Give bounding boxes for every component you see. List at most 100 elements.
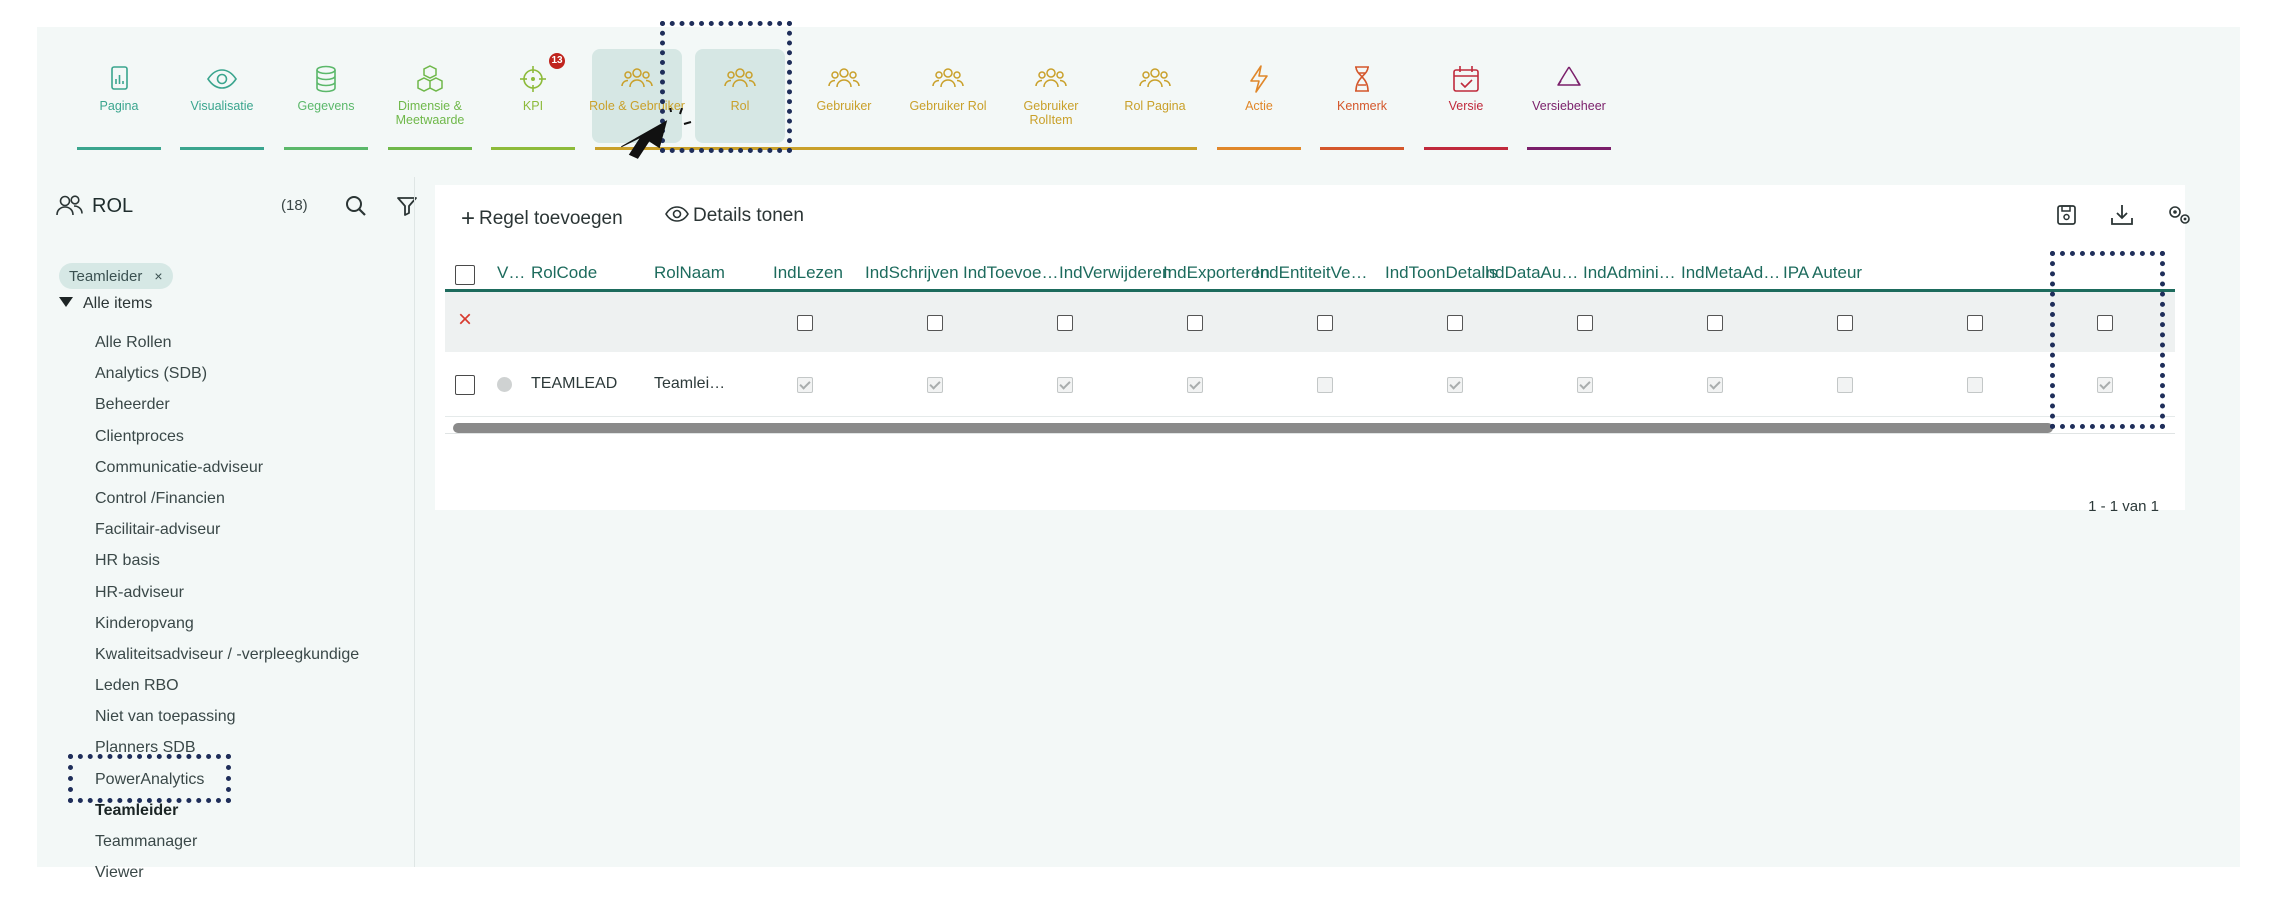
nav-item-gebruiker[interactable]: Gebruiker [792,37,896,150]
download-icon[interactable] [2108,201,2136,229]
tree-item[interactable]: Teammanager [95,826,359,857]
tree-item[interactable]: Facilitair-adviseur [95,514,359,545]
filter-checkbox[interactable] [1317,315,1333,331]
nav-item-label: Gebruiker Rol [909,99,987,113]
flag-checkbox [1447,377,1463,393]
plus-icon: + [461,205,476,232]
tree-item[interactable]: Leden RBO [95,670,359,701]
tree-list: Alle Rollen Analytics (SDB) Beheerder Clien… [95,327,359,888]
column-header[interactable]: RolCode [531,263,597,283]
cell-rolnaam: Teamlei… [654,375,726,392]
filter-checkbox[interactable] [1057,315,1073,331]
nav-item-visualisatie[interactable]: Visualisatie [170,37,274,150]
column-header[interactable]: IPA Auteur [1783,263,1862,283]
select-all-checkbox[interactable] [455,265,475,285]
nav-item-label: Versie [1448,99,1484,113]
nav-item-dimensie-meetwaarde[interactable]: Dimensie & Meetwaarde [378,37,482,150]
nav-underline [77,147,161,150]
column-header[interactable]: RolNaam [654,263,725,283]
search-icon[interactable] [345,195,367,217]
nav-item-label: KPI [522,99,544,113]
nav-item-kenmerk[interactable]: Kenmerk [1310,37,1414,150]
flag-checkbox [1837,377,1853,393]
tree-item[interactable]: Control /Financien [95,483,359,514]
tree-item[interactable]: Niet van toepassing [95,701,359,732]
close-icon[interactable]: × [154,268,162,284]
users-icon [56,195,83,216]
nav-underline [1217,147,1301,150]
caret-down-icon[interactable] [59,297,73,307]
column-header[interactable]: IndAdministr… [1583,263,1683,283]
nav-item-gebruiker-rol[interactable]: Gebruiker Rol [896,37,1000,150]
nav-item-gebruiker-rolitem[interactable]: Gebruiker RolItem [999,37,1103,150]
divider [414,177,415,867]
nav-item-label: Visualisatie [190,99,254,113]
nav-item-pagina[interactable]: Pagina [67,37,171,150]
tree-item[interactable]: Analytics (SDB) [95,358,359,389]
nav-item-versiebeheer[interactable]: Versiebeheer [1517,37,1621,150]
sidebar-title: ROL [92,195,134,217]
tree-item[interactable]: Kwaliteitsadviseur / -verpleegkundige [95,639,359,670]
nav-item-gegevens[interactable]: Gegevens [274,37,378,150]
add-row-label: Regel toevoegen [479,208,623,229]
nav-underline [284,147,368,150]
filter-checkbox[interactable] [797,315,813,331]
column-header[interactable]: IndEntiteitVe… [1255,263,1367,283]
column-header[interactable]: IndDataAutor… [1481,263,1581,283]
show-details-button[interactable]: Details tonen [665,205,804,227]
highlight-teamleider-item [68,754,231,803]
filter-checkbox[interactable] [1447,315,1463,331]
nav-item-kpi[interactable]: 13 KPI [481,37,585,150]
filter-chip-label: Teamleider [69,268,143,285]
tree-item[interactable]: Beheerder [95,389,359,420]
nav-item-label: Versiebeheer [1532,99,1606,113]
filter-checkbox[interactable] [1187,315,1203,331]
flag-checkbox [927,377,943,393]
filter-checkbox[interactable] [927,315,943,331]
highlight-ipa-auteur-column [2050,251,2165,429]
horizontal-scrollbar[interactable] [453,423,2053,433]
nav-item-versie[interactable]: Versie [1414,37,1518,150]
table-row[interactable]: TEAMLEAD Teamlei… [445,352,2175,417]
column-header[interactable]: IndExporteren [1163,263,1270,283]
nav-underline [1424,147,1508,150]
save-icon[interactable] [2052,201,2080,229]
settings-icon[interactable] [2165,201,2193,229]
column-header[interactable]: IndMetaAdmi… [1681,263,1781,283]
nav-item-label: Gegevens [297,99,355,113]
tree-item[interactable]: Alle Rollen [95,327,359,358]
dna-icon [1355,66,1369,92]
filter-checkbox[interactable] [1837,315,1853,331]
database-icon [316,65,336,93]
column-header[interactable]: IndVerwijderen [1059,263,1171,283]
filter-chip[interactable]: Teamleider × [59,263,173,289]
eye-icon [207,69,237,89]
tree-item[interactable]: Kinderopvang [95,608,359,639]
clear-filter-icon[interactable]: × [458,306,472,334]
column-header[interactable]: V… [497,263,525,283]
nav-item-actie[interactable]: Actie [1207,37,1311,150]
tree-item[interactable]: Viewer [95,857,359,888]
column-header[interactable]: IndSchrijven [865,263,959,283]
file-chart-icon [111,66,128,90]
filter-checkbox[interactable] [1967,315,1983,331]
nav-item-label: Gebruiker [816,99,872,113]
flag-checkbox [797,377,813,393]
nav-underline [491,147,575,150]
tree-root[interactable]: Alle items [59,295,152,313]
tree-root-label: Alle items [83,295,153,312]
filter-checkbox[interactable] [1577,315,1593,331]
nav-item-rol-pagina[interactable]: Rol Pagina [1103,37,1207,150]
tree-item[interactable]: Communicatie-adviseur [95,452,359,483]
column-header[interactable]: IndLezen [773,263,843,283]
cell-rolcode: TEAMLEAD [531,375,618,392]
users-icon [621,68,653,88]
tree-item[interactable]: HR-adviseur [95,577,359,608]
flag-checkbox [1707,377,1723,393]
tree-item[interactable]: HR basis [95,545,359,576]
tree-item[interactable]: Clientproces [95,421,359,452]
filter-checkbox[interactable] [1707,315,1723,331]
add-row-button[interactable]: + Regel toevoegen [461,205,623,233]
row-checkbox[interactable] [455,375,475,395]
column-header[interactable]: IndToevoegen [963,263,1059,283]
